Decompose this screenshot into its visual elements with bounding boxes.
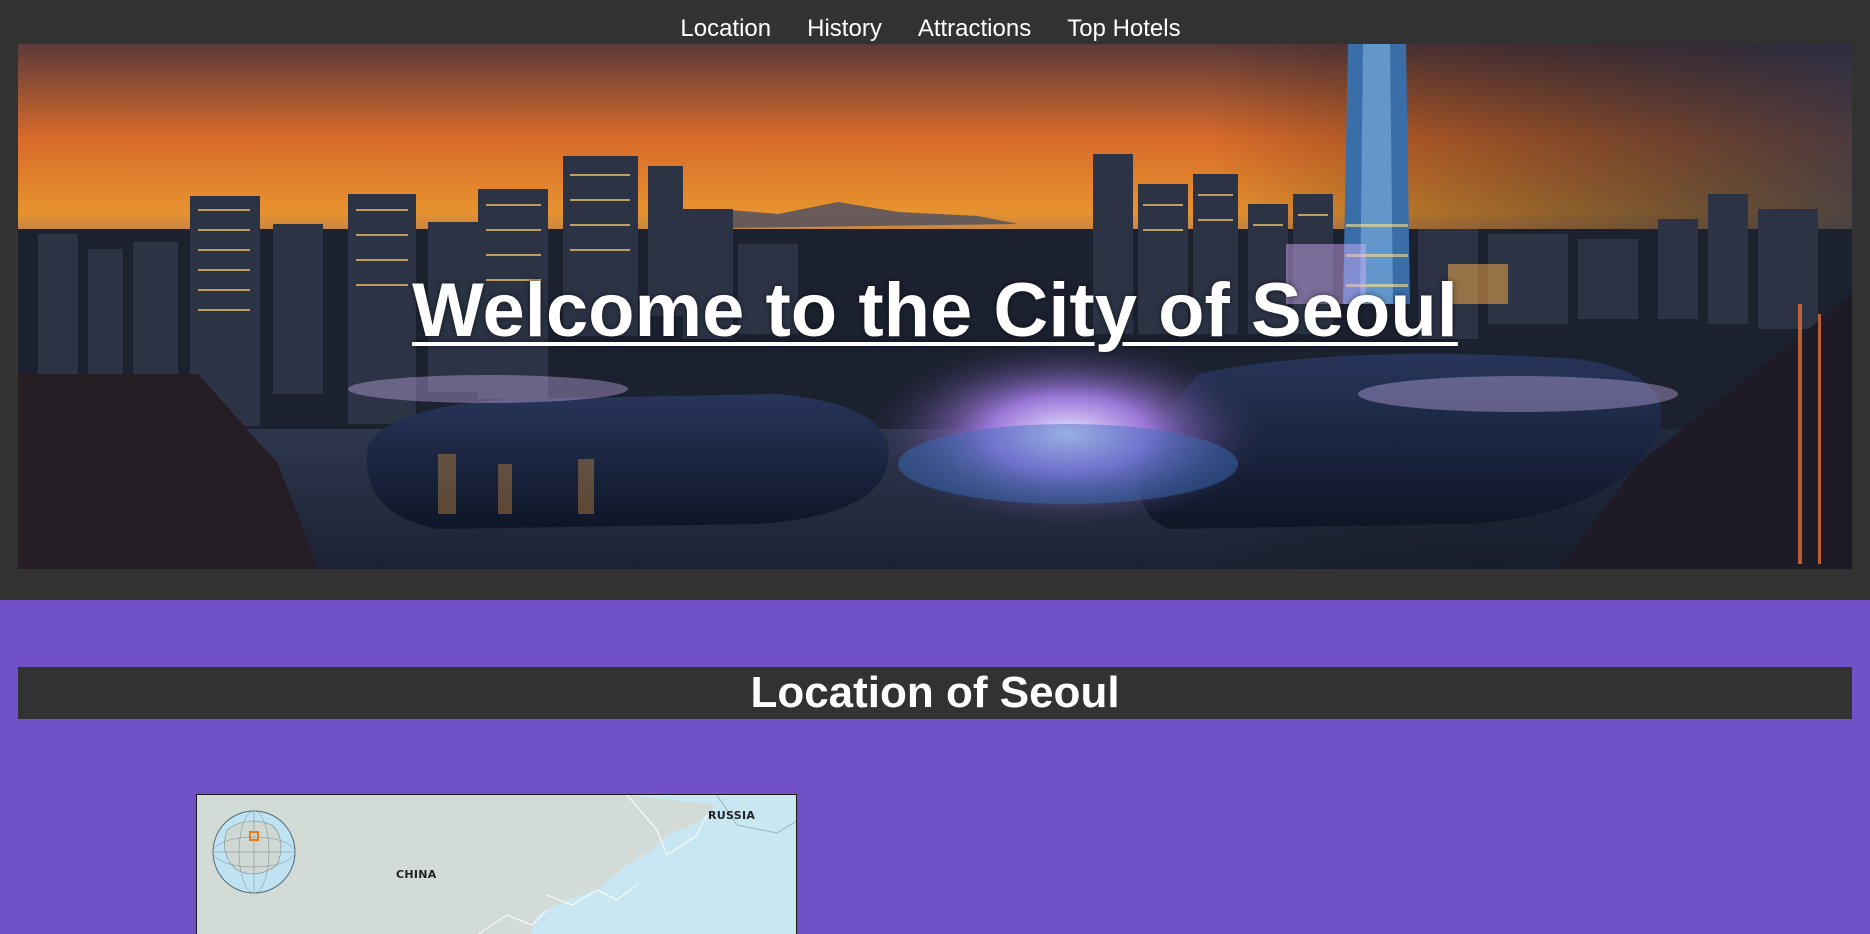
location-section-header: Location of Seoul: [18, 667, 1852, 719]
hero-title: Welcome to the City of Seoul: [412, 268, 1458, 353]
top-nav: Location History Attractions Top Hotels: [0, 0, 1870, 44]
globe-locator-icon: [212, 810, 296, 894]
section-title: Location of Seoul: [750, 668, 1120, 717]
map-label-china: CHINA: [396, 868, 437, 881]
hero-banner: Welcome to the City of Seoul: [18, 44, 1852, 569]
location-map: RUSSIA CHINA: [196, 794, 797, 934]
nav-link-top-hotels[interactable]: Top Hotels: [1067, 16, 1180, 42]
nav-link-attractions[interactable]: Attractions: [918, 16, 1031, 42]
korea-region-map: [197, 795, 796, 934]
site-header: Location History Attractions Top Hotels: [0, 0, 1870, 600]
map-label-russia: RUSSIA: [708, 809, 756, 822]
nav-link-location[interactable]: Location: [680, 16, 771, 42]
nav-link-history[interactable]: History: [807, 16, 882, 42]
